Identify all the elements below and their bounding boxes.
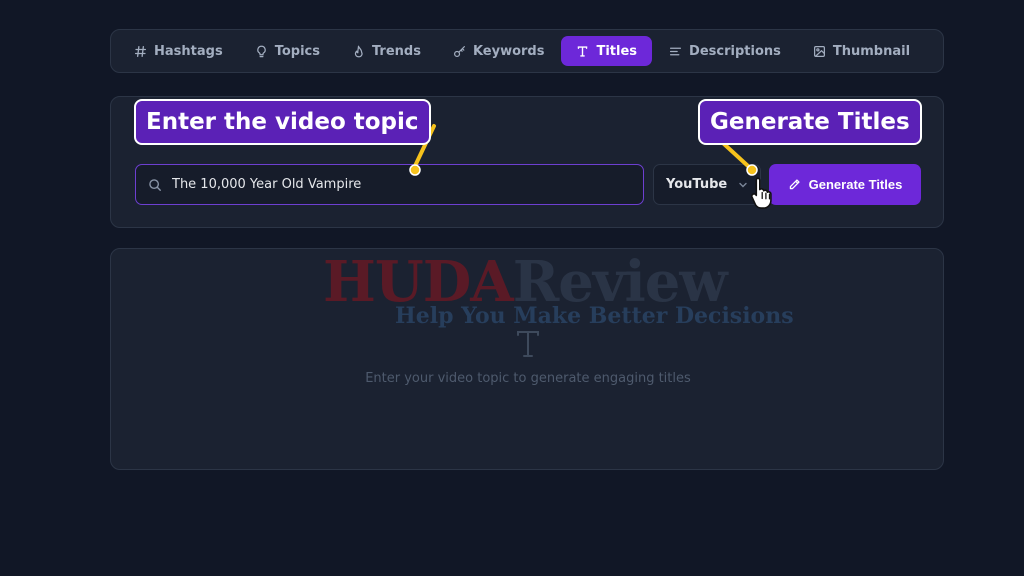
tab-titles[interactable]: Titles: [561, 36, 653, 66]
image-icon: [813, 45, 825, 57]
topic-search-box[interactable]: [135, 164, 644, 205]
flame-icon: [354, 45, 363, 57]
chevron-down-icon: [739, 182, 747, 187]
tab-label: Thumbnail: [832, 43, 911, 59]
empty-state-text: Enter your video topic to generate engag…: [365, 371, 691, 386]
platform-selected-value: YouTube: [666, 177, 728, 192]
tab-label: Trends: [371, 43, 421, 59]
tab-keywords[interactable]: Keywords: [438, 36, 560, 66]
callout-generate-titles: Generate Titles: [698, 99, 922, 145]
pencil-icon: [789, 179, 800, 190]
tab-label: Topics: [274, 43, 320, 59]
results-panel: HUDAReview Help You Make Better Decision…: [110, 248, 944, 470]
tab-hashtags[interactable]: Hashtags: [119, 36, 238, 66]
tab-thumbnail[interactable]: Thumbnail: [798, 36, 925, 66]
platform-select[interactable]: YouTube: [653, 164, 761, 205]
tab-descriptions[interactable]: Descriptions: [654, 36, 796, 66]
key-icon: [453, 45, 465, 57]
type-icon: [517, 331, 539, 357]
tab-label: Keywords: [472, 43, 545, 59]
generate-button-label: Generate Titles: [808, 177, 903, 192]
search-icon: [149, 178, 161, 191]
tab-label: Descriptions: [689, 43, 781, 59]
tab-label: Hashtags: [154, 43, 223, 59]
tab-label: Titles: [596, 43, 638, 59]
watermark-slogan: Help You Make Better Decisions: [395, 303, 794, 329]
app-stage: Hashtags Topics Trends Keywords Titles D…: [0, 0, 1024, 576]
tab-topics[interactable]: Topics: [240, 36, 335, 66]
tool-tabs: Hashtags Topics Trends Keywords Titles D…: [110, 29, 944, 73]
lightbulb-icon: [256, 45, 266, 57]
topic-input[interactable]: [172, 177, 631, 192]
align-left-icon: [670, 47, 682, 55]
type-icon: [578, 45, 588, 57]
callout-enter-topic: Enter the video topic: [134, 99, 431, 145]
tab-trends[interactable]: Trends: [337, 36, 436, 66]
hash-icon: [134, 45, 147, 57]
generate-titles-button[interactable]: Generate Titles: [769, 164, 921, 205]
